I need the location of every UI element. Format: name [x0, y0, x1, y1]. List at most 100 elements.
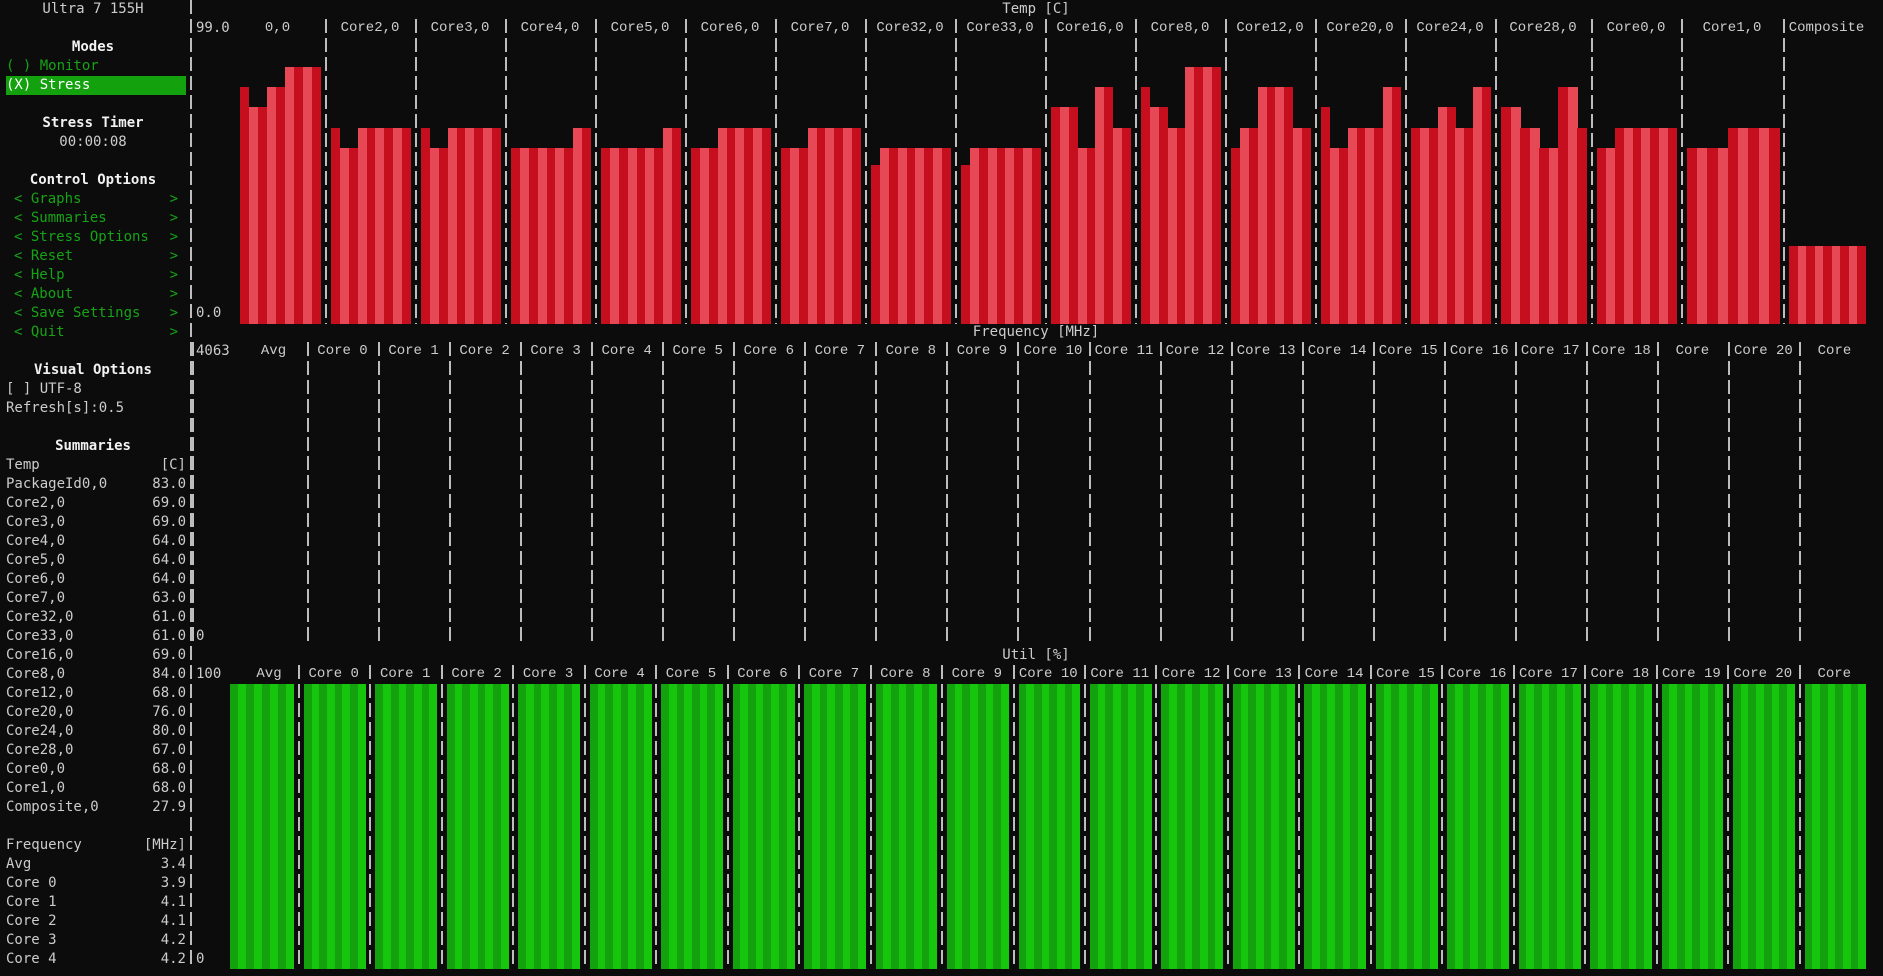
temp-bar — [402, 127, 412, 324]
temp-bar — [438, 147, 448, 324]
temp-bar — [1446, 107, 1456, 324]
temp-bar — [691, 147, 700, 324]
temp-bar — [1374, 127, 1384, 324]
temp-bar — [1455, 127, 1465, 324]
temp-bar — [1257, 87, 1267, 324]
temp-bar — [1419, 127, 1429, 324]
column-divider — [1798, 342, 1801, 646]
temp-bar — [1231, 147, 1240, 324]
column-divider — [1045, 19, 1047, 324]
summary-name: Core32,0 — [6, 609, 74, 625]
column-divider — [1585, 342, 1588, 646]
temp-bar — [1577, 127, 1588, 324]
summary-row: Core1,0 68.0 — [6, 779, 186, 798]
temp-bar — [1520, 127, 1531, 324]
temp-column-label: Core20,0 — [1326, 20, 1394, 36]
column-divider — [1655, 665, 1658, 969]
summary-value: 4.1 — [160, 913, 186, 929]
column-divider — [512, 665, 515, 969]
menu-reset[interactable]: < Reset > — [14, 247, 178, 266]
column-divider — [1225, 19, 1227, 324]
temp-bar — [1167, 127, 1177, 324]
temp-bar — [1641, 127, 1651, 324]
menu-summaries[interactable]: < Summaries > — [14, 209, 178, 228]
column-divider — [869, 665, 872, 969]
column-divider — [1017, 342, 1020, 646]
arrow-right-icon: > — [169, 305, 178, 321]
summary-value: 61.0 — [152, 628, 186, 644]
menu-label: < Save Settings — [14, 305, 141, 321]
temp-bar — [1437, 107, 1447, 324]
temp-bar — [897, 147, 907, 324]
temp-bar — [915, 147, 925, 324]
temp-bar — [465, 127, 475, 324]
temp-bar — [942, 147, 952, 324]
menu-save-settings[interactable]: < Save Settings > — [14, 304, 178, 323]
temp-bar — [1428, 127, 1438, 324]
summary-value: 63.0 — [152, 590, 186, 606]
temp-bar — [1266, 87, 1276, 324]
temp-bar — [834, 127, 844, 324]
stress-timer-title: Stress Timer — [42, 115, 144, 131]
mode-stress-radio[interactable]: (X) Stress — [6, 76, 186, 95]
temp-bar — [843, 127, 853, 324]
temp-bar — [1051, 107, 1060, 324]
temp-bar — [303, 66, 312, 324]
summary-value: 68.0 — [152, 685, 186, 701]
temp-bar — [1383, 87, 1393, 324]
temp-bar — [474, 127, 484, 324]
summary-row: Core 2 4.1 — [6, 912, 186, 931]
temp-bar — [339, 147, 349, 324]
summary-row: Core32,0 61.0 — [6, 608, 186, 627]
temp-bar — [699, 147, 709, 324]
mode-monitor-radio[interactable]: ( ) Monitor — [6, 57, 99, 76]
refresh-rate-field[interactable]: Refresh[s]:0.5 — [6, 399, 124, 418]
util-column-label: Core 2 — [451, 666, 502, 682]
temp-bar — [888, 147, 898, 324]
menu-help[interactable]: < Help > — [14, 266, 178, 285]
temp-bar — [816, 127, 826, 324]
menu-graphs[interactable]: < Graphs > — [14, 190, 178, 209]
temp-bar — [798, 147, 808, 324]
menu-stress-options[interactable]: < Stress Options > — [14, 228, 178, 247]
util-graph-title: Util [%] — [1002, 647, 1070, 663]
menu-quit[interactable]: < Quit > — [14, 323, 178, 342]
util-column-label: Core 6 — [737, 666, 788, 682]
freq-column-label: Core 2 — [459, 343, 510, 359]
temp-bar — [447, 127, 457, 324]
temp-bar — [627, 147, 637, 324]
summaries-title: Summaries — [55, 438, 131, 454]
temp-bar — [1623, 127, 1633, 324]
temp-bar — [366, 127, 376, 324]
freq-column-label: Core 3 — [530, 343, 581, 359]
freq-column-label: Core 4 — [601, 343, 652, 359]
temp-bar — [781, 147, 790, 324]
temp-bar — [1632, 127, 1642, 324]
column-divider — [1298, 665, 1301, 969]
temp-bar — [1239, 127, 1249, 324]
temp-column-label: Core16,0 — [1056, 20, 1124, 36]
temp-bar — [807, 127, 817, 324]
freq-column-label: Core 13 — [1236, 343, 1296, 359]
freq-axis — [192, 342, 194, 646]
temp-bar — [1005, 147, 1015, 324]
util-bar — [254, 684, 262, 969]
temp-bar — [483, 127, 493, 324]
temp-column-label: Core7,0 — [790, 20, 850, 36]
menu-about[interactable]: < About > — [14, 285, 178, 304]
utf8-checkbox[interactable]: [ ] UTF-8 — [6, 380, 82, 399]
util-bar — [1000, 684, 1009, 969]
temp-bar — [654, 147, 664, 324]
temp-bar — [933, 147, 943, 324]
util-bar — [238, 684, 246, 969]
temp-bar — [312, 66, 321, 324]
summary-value: 68.0 — [152, 761, 186, 777]
temp-bar — [511, 147, 520, 324]
column-divider — [1727, 342, 1730, 646]
temp-column-label: Core28,0 — [1509, 20, 1577, 36]
temp-bar — [1185, 66, 1195, 324]
summary-name: Composite,0 — [6, 799, 99, 815]
column-divider — [449, 342, 452, 646]
arrow-right-icon: > — [169, 229, 178, 245]
util-column-label: Avg — [256, 666, 282, 682]
